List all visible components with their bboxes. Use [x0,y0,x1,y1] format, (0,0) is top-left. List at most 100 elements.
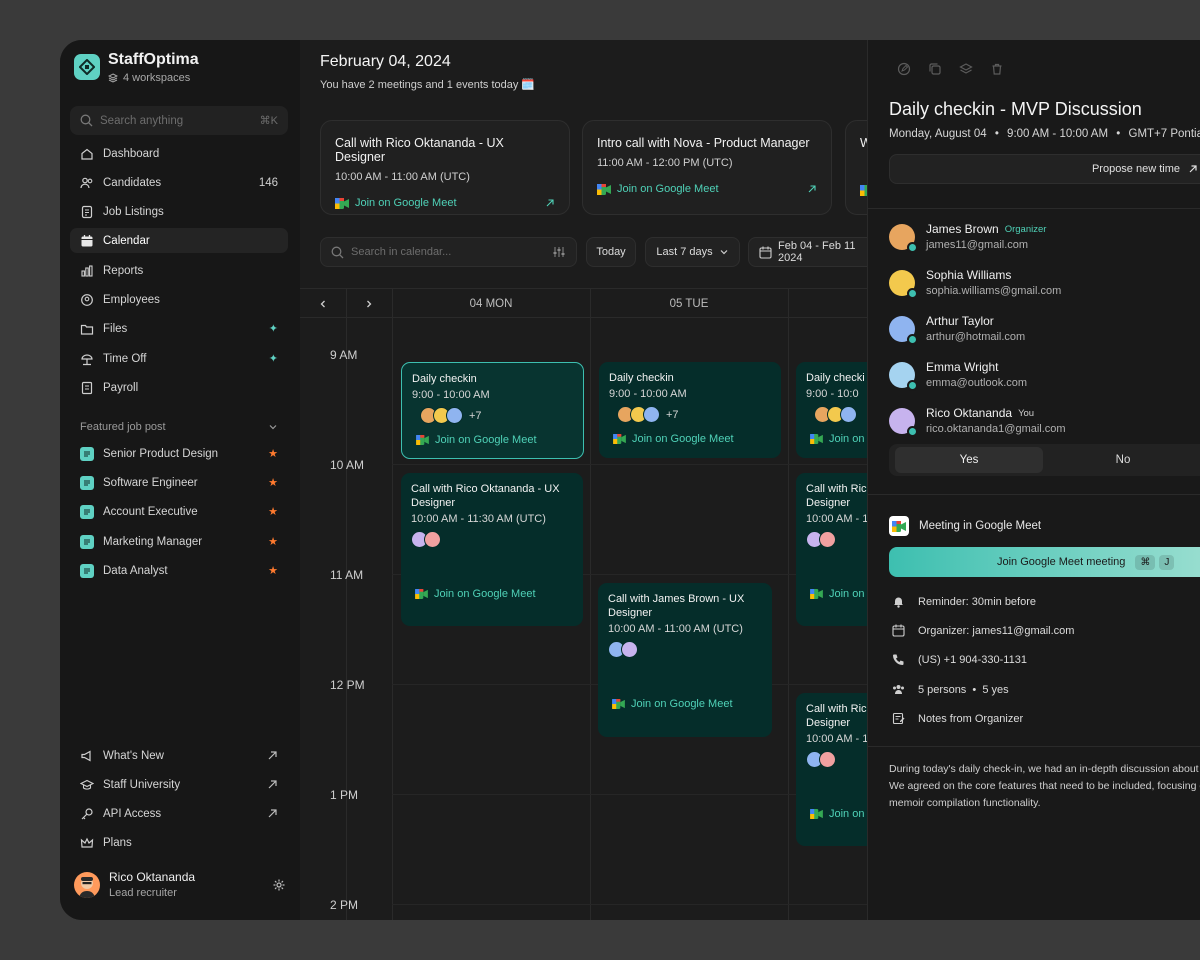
sidebar-item-label: Plans [103,836,132,849]
event-card[interactable]: Call with Ric Designer 10:00 AM - 1 Join… [796,473,867,626]
sidebar-item-payroll[interactable]: Payroll [70,375,288,400]
sparkle-icon: ✦ [268,323,278,335]
avatar [840,406,857,423]
star-icon[interactable]: ★ [268,535,278,548]
event-card[interactable]: Daily checkin 9:00 - 10:00 AM +7 Join on… [599,362,781,458]
rsvp-no-button[interactable]: No [1053,447,1193,473]
google-meet-icon [597,183,611,195]
app-logo[interactable] [74,54,100,80]
sidebar-item-whats-new[interactable]: What's New [70,743,288,768]
star-icon[interactable]: ★ [268,505,278,518]
job-item[interactable]: Data Analyst ★ [70,558,288,583]
copy-icon[interactable] [928,62,942,76]
users-icon [80,176,94,190]
calendar-header: 04 MON 05 TUE [300,288,867,318]
join-meet-link[interactable]: Join on Google Meet [416,434,573,446]
meeting-card[interactable]: W [845,120,867,215]
rsvp-yes-button[interactable]: Yes [895,447,1043,473]
join-meet-link[interactable]: Join on [810,433,866,445]
sidebar-item-files[interactable]: Files ✦ [70,316,288,341]
workspace-switcher[interactable]: 4 workspaces [108,72,190,84]
attendee-row[interactable]: Arthur Taylor arthur@hotmail.com [889,314,1025,345]
join-meet-link[interactable]: Join on [810,808,866,820]
divider [868,208,1200,209]
event-card[interactable]: Call with Rico Oktananda - UX Designer 1… [401,473,583,626]
calendar-main: February 04, 2024 You have 2 meetings an… [300,40,867,920]
sidebar-item-plans[interactable]: Plans [70,830,288,855]
job-item[interactable]: Marketing Manager ★ [70,529,288,554]
check-icon [907,379,918,391]
search-input[interactable]: Search anything ⌘K [70,106,288,135]
propose-time-button[interactable]: Propose new time [889,154,1200,184]
hour-label: 2 PM [330,898,359,912]
join-meet-button[interactable]: Join Google Meet meeting ⌘ J [889,547,1200,577]
event-card[interactable]: Daily checki 9:00 - 10:0 Join on [796,362,867,458]
job-item[interactable]: Software Engineer ★ [70,470,288,495]
search-shortcut: ⌘K [259,115,278,127]
sidebar-item-reports[interactable]: Reports [70,258,288,283]
prev-week-button[interactable] [300,289,346,319]
job-item[interactable]: Senior Product Design ★ [70,441,288,466]
attendee-row[interactable]: Rico Oktananda You rico.oktananda1@gmail.… [889,406,1066,437]
join-meet-link[interactable]: Join on Google Meet [612,698,762,710]
event-card[interactable]: Call with Ric Designer 10:00 AM - 1 Join… [796,693,867,846]
attendee-row[interactable]: James Brown Organizer james11@gmail.com [889,222,1046,253]
organizer-text: Organizer: james11@gmail.com [918,624,1075,637]
check-icon [907,425,918,437]
edit-icon[interactable] [897,62,911,76]
today-button[interactable]: Today [586,237,636,267]
user-profile[interactable]: Rico Oktananda Lead recruiter [74,870,286,899]
sidebar-item-label: Job Listings [103,205,164,218]
sidebar-item-time-off[interactable]: Time Off ✦ [70,346,288,371]
sidebar-item-employees[interactable]: Employees [70,287,288,312]
meeting-card-time: 10:00 AM - 11:00 AM (UTC) [335,171,470,183]
search-placeholder: Search anything [100,114,184,127]
job-item[interactable]: Account Executive ★ [70,499,288,524]
star-icon[interactable]: ★ [268,447,278,460]
avatar [424,531,441,548]
layers-icon[interactable] [959,62,973,76]
event-time: 9:00 - 10:0 [806,388,859,400]
day-header[interactable]: 05 TUE [590,289,788,319]
sidebar-item-label: Calendar [103,234,150,247]
featured-job-header[interactable]: Featured job post [80,421,278,433]
google-meet-icon [810,434,823,444]
join-meet-link[interactable]: Join on [810,588,866,600]
day-header[interactable]: 04 MON [392,289,590,319]
next-week-button[interactable] [346,289,392,319]
shortcut-key: ⌘ [1135,554,1156,570]
date-range-picker[interactable]: Feb 04 - Feb 11 2024 [748,237,867,267]
sidebar-item-staff-university[interactable]: Staff University [70,772,288,797]
event-card[interactable]: Call with James Brown - UX Designer 10:0… [598,583,772,737]
filter-icon[interactable] [552,246,566,258]
join-meet-link[interactable]: Join on Google Meet [597,183,817,195]
event-card[interactable]: Daily checkin 9:00 - 10:00 AM +7 Join on… [401,362,584,459]
star-icon[interactable]: ★ [268,564,278,577]
star-icon[interactable]: ★ [268,476,278,489]
event-timezone: GMT+7 Pontianak [1128,128,1200,140]
home-icon [80,147,94,161]
sidebar-item-dashboard[interactable]: Dashboard [70,141,288,166]
event-attendees [608,641,762,658]
join-meet-link[interactable]: Join on Google Meet [335,197,555,209]
meeting-card[interactable]: Call with Rico Oktananda - UX Designer 1… [320,120,570,215]
sidebar-item-job-listings[interactable]: Job Listings [70,199,288,224]
sidebar-item-candidates[interactable]: Candidates 146 [70,170,288,195]
avatar [643,406,660,423]
gear-icon[interactable] [272,878,286,892]
join-meet-link[interactable]: Join on Google Meet [415,588,573,600]
attendee-row[interactable]: Emma Wright emma@outlook.com [889,360,1027,391]
trash-icon[interactable] [990,62,1004,76]
join-meet-link[interactable]: Join on Google Meet [613,433,771,445]
google-meet-icon [612,699,625,709]
check-icon [907,287,918,299]
sidebar-item-label: Staff University [103,778,181,791]
calendar-search-input[interactable]: Search in calendar... [320,237,577,267]
attendee-name: Sophia Williams [926,268,1012,282]
sidebar-item-calendar[interactable]: Calendar [70,228,288,253]
meeting-card-title: Call with Rico Oktananda - UX Designer [335,136,504,164]
attendee-row[interactable]: Sophia Williams sophia.williams@gmail.co… [889,268,1061,299]
meeting-card[interactable]: Intro call with Nova - Product Manager 1… [582,120,832,215]
sidebar-item-api-access[interactable]: API Access [70,801,288,826]
range-select[interactable]: Last 7 days [645,237,740,267]
